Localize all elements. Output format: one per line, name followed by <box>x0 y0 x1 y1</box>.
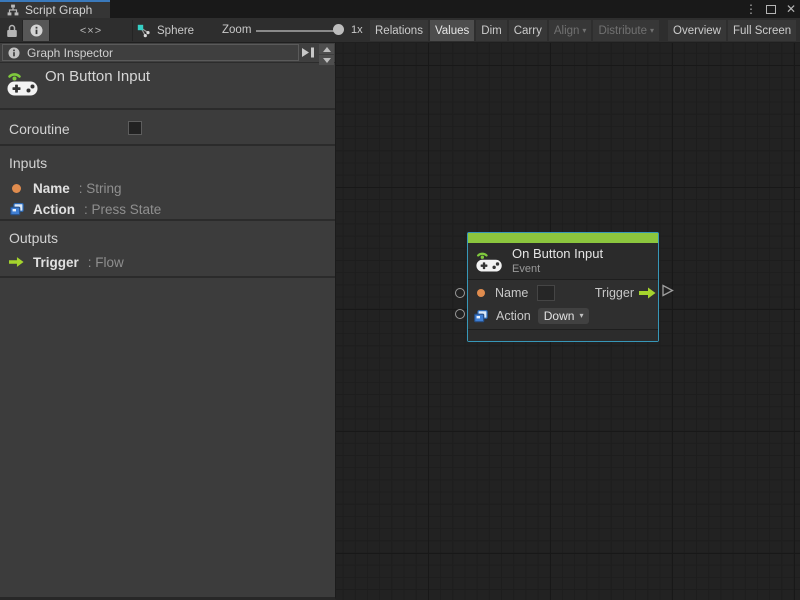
outputs-section: Outputs Trigger : Flow <box>0 223 335 278</box>
stepper-down-button[interactable] <box>319 55 334 65</box>
object-port-icon <box>9 202 24 216</box>
node-subtitle: Event <box>512 263 541 276</box>
action-port-label: Action <box>496 309 531 323</box>
node-title: On Button Input <box>512 245 604 261</box>
window-menu-icon[interactable]: ⋮ <box>745 0 757 18</box>
zoom-stepper <box>319 44 334 66</box>
input-row-action: Action : Press State <box>9 201 161 217</box>
distribute-dropdown[interactable]: Distribute ▾ <box>593 20 660 41</box>
trigger-port-label: Trigger <box>594 285 634 300</box>
close-icon[interactable]: ✕ <box>786 0 796 18</box>
coroutine-checkbox[interactable] <box>128 121 142 135</box>
on-button-input-node[interactable]: On Button Input Event Name Trigger Actio… <box>467 232 659 342</box>
maximize-icon[interactable] <box>765 4 776 14</box>
code-icon: <×> <box>79 24 103 37</box>
info-icon <box>30 24 43 37</box>
zoom-slider-knob[interactable] <box>333 24 344 35</box>
node-footer <box>468 329 658 341</box>
zoom-label: Zoom <box>222 24 252 36</box>
coroutine-row: Coroutine <box>0 112 335 146</box>
lock-button[interactable] <box>2 20 22 41</box>
output-row-trigger: Trigger : Flow <box>9 254 124 270</box>
tab-script-graph[interactable]: Script Graph <box>0 0 110 18</box>
inspector-toggle-button[interactable] <box>23 20 49 41</box>
flow-port-icon <box>9 256 24 268</box>
triangle-down-icon <box>322 57 331 63</box>
name-input-field[interactable] <box>537 284 556 301</box>
inspector-title: Graph Inspector <box>27 45 114 60</box>
node-header[interactable]: On Button Input Event <box>468 243 658 280</box>
toolbar: <×> Sphere Zoom 1x Relations Values Dim … <box>0 18 800 43</box>
action-value: Down <box>543 309 575 323</box>
zoom-slider[interactable] <box>256 30 338 32</box>
node-color-bar <box>468 233 658 243</box>
graph-owner-label: Sphere <box>157 24 195 37</box>
chevron-down-icon: ▾ <box>582 25 587 35</box>
full-screen-button[interactable]: Full Screen <box>727 20 797 41</box>
coroutine-label: Coroutine <box>9 121 70 137</box>
gamepad-icon <box>476 249 503 273</box>
zoom-value: 1x <box>351 24 363 36</box>
unit-title: On Button Input <box>45 68 151 85</box>
string-port-icon[interactable] <box>477 288 485 297</box>
carry-button[interactable]: Carry <box>508 20 547 41</box>
trigger-port-socket[interactable] <box>661 284 674 302</box>
action-dropdown[interactable]: Down ▾ <box>537 308 590 324</box>
stepper-up-button[interactable] <box>319 44 334 54</box>
name-port-label: Name <box>495 285 529 300</box>
relations-button[interactable]: Relations <box>370 20 428 41</box>
action-port-socket[interactable] <box>455 309 465 319</box>
dock-right-icon <box>302 47 314 58</box>
graph-canvas[interactable]: On Button Input Event Name Trigger Actio… <box>336 43 800 600</box>
unit-title-block: On Button Input <box>0 63 335 110</box>
info-icon <box>8 46 20 59</box>
graph-hierarchy-icon <box>7 4 19 16</box>
object-port-icon[interactable] <box>474 309 488 323</box>
inspector-header: Graph Inspector <box>0 43 335 66</box>
toolbar-buttons: Relations Values Dim Carry Align ▾ Distr… <box>370 20 797 41</box>
node-name-trigger-row: Name Trigger <box>468 280 658 305</box>
inputs-section: Inputs Name : String Action : Press Stat… <box>0 148 335 221</box>
triangle-up-icon <box>322 46 331 52</box>
name-port-socket[interactable] <box>455 288 465 298</box>
dim-button[interactable]: Dim <box>476 20 507 41</box>
code-view-button[interactable]: <×> <box>50 20 132 41</box>
graph-owner-button[interactable]: Sphere <box>137 20 194 41</box>
dock-inspector-button[interactable] <box>301 46 316 59</box>
script-graph-asset-icon <box>137 24 151 38</box>
title-bar: Script Graph ⋮ ✕ <box>0 0 800 18</box>
inputs-title: Inputs <box>9 155 48 171</box>
chevron-down-icon: ▾ <box>650 25 655 35</box>
values-button[interactable]: Values <box>429 20 475 41</box>
graph-inspector-panel: Graph Inspector On Button Input Coroutin… <box>0 43 336 600</box>
flow-port-icon[interactable] <box>639 287 656 299</box>
chevron-down-icon: ▾ <box>579 311 584 320</box>
align-dropdown[interactable]: Align ▾ <box>548 20 592 41</box>
outputs-title: Outputs <box>9 230 59 246</box>
node-action-row: Action Down ▾ <box>468 305 658 327</box>
overview-button[interactable]: Overview <box>668 20 726 41</box>
tab-label: Script Graph <box>25 3 93 17</box>
gamepad-icon <box>7 69 39 102</box>
string-port-icon <box>12 183 21 193</box>
lock-icon <box>6 24 18 38</box>
input-row-name: Name : String <box>9 180 122 196</box>
